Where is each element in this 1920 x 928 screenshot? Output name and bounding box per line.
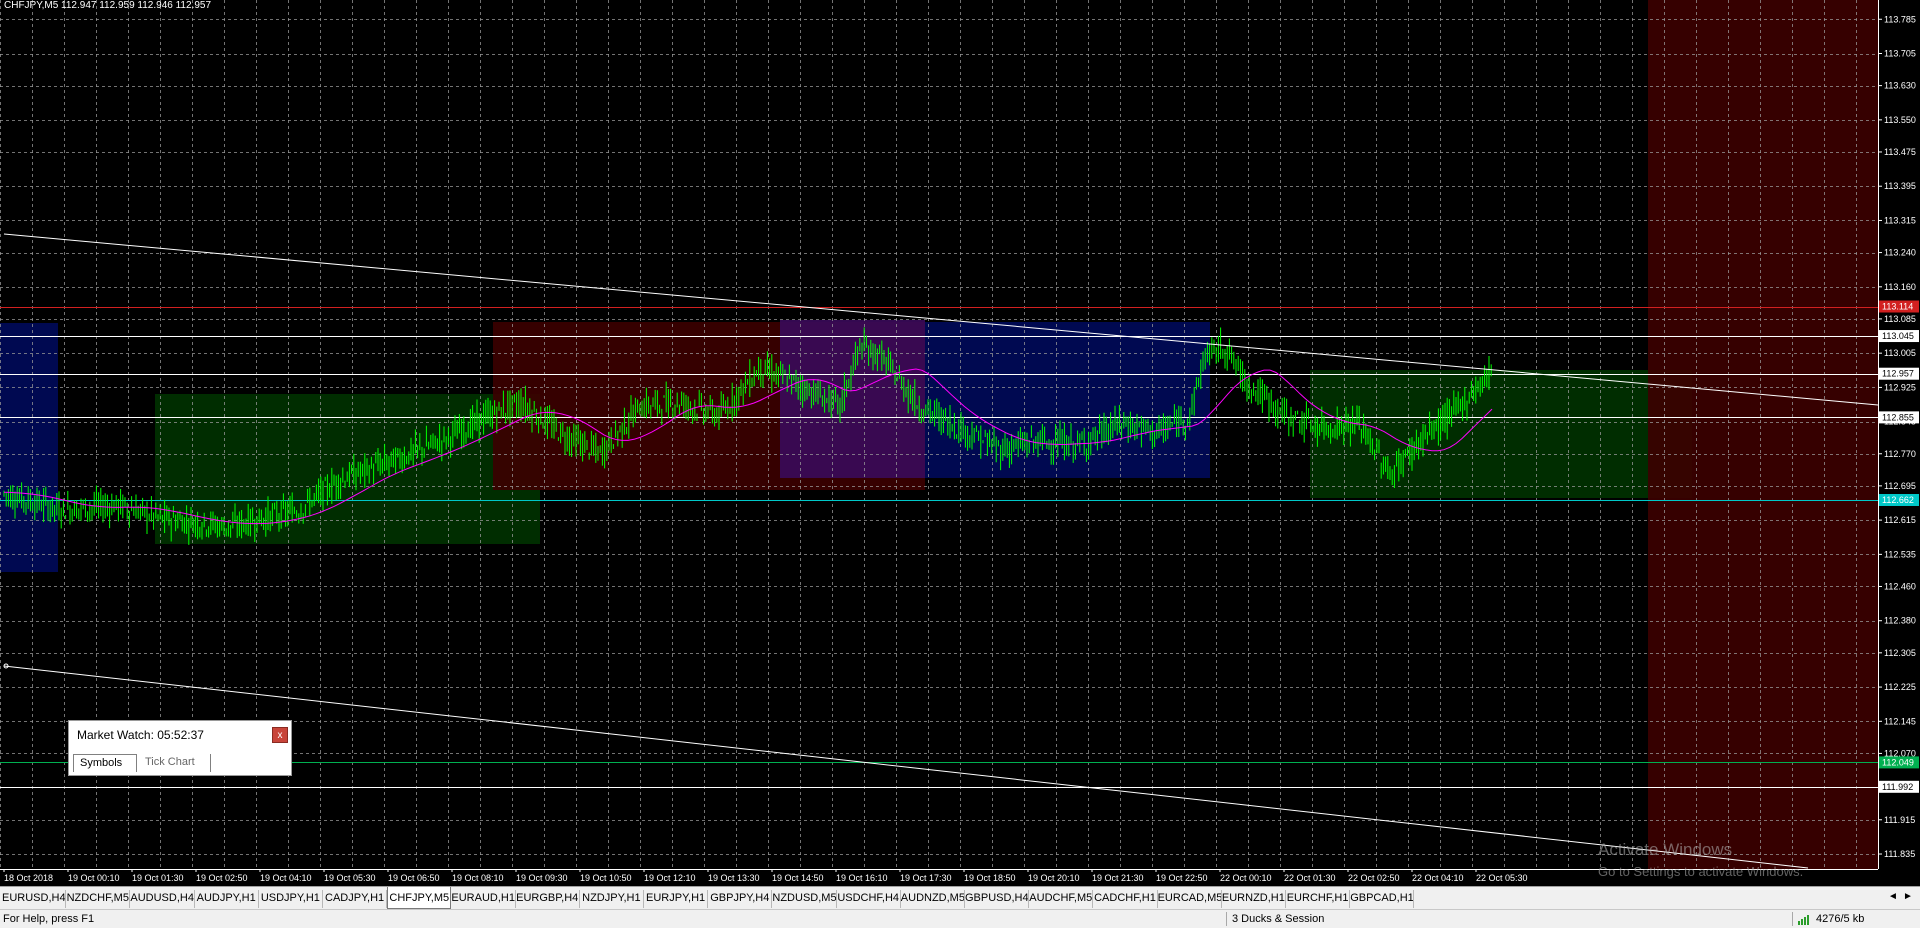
tab-audnzd-m5[interactable]: AUDNZD,M5: [901, 890, 965, 908]
price-tick-label: 112.925: [1884, 382, 1916, 392]
time-tick-label: 19 Oct 17:30: [900, 873, 952, 883]
session-box: [1310, 370, 1692, 498]
connection-bars-icon: [1798, 915, 1812, 925]
time-tick-label: 22 Oct 05:30: [1476, 873, 1528, 883]
tab-eurcad-m5[interactable]: EURCAD,M5: [1158, 890, 1222, 908]
tab-eurjpy-h1[interactable]: EURJPY,H1: [644, 890, 709, 908]
price-tick-label: 112.305: [1884, 648, 1916, 658]
price-tick-label: 113.550: [1884, 115, 1916, 125]
time-tick-label: 19 Oct 09:30: [516, 873, 568, 883]
time-tick-label: 19 Oct 13:30: [708, 873, 760, 883]
price-tick-label: 113.475: [1884, 147, 1916, 157]
tab-euraud-h1[interactable]: EURAUD,H1: [451, 890, 516, 908]
price-tick-label: 113.705: [1884, 49, 1916, 59]
price-level-label: 112.855: [1882, 412, 1914, 422]
symbol-info: CHFJPY,M5 112.947 112.959 112.946 112.95…: [4, 0, 212, 11]
time-tick-label: 19 Oct 20:10: [1028, 873, 1080, 883]
market-watch-title: Market Watch: 05:52:37: [77, 728, 204, 742]
time-tick-label: 19 Oct 18:50: [964, 873, 1016, 883]
time-tick-label: 19 Oct 12:10: [644, 873, 696, 883]
status-bar: For Help, press F1 3 Ducks & Session 427…: [0, 909, 1920, 928]
price-tick-label: 112.535: [1884, 549, 1916, 559]
tab-usdjpy-h1[interactable]: USDJPY,H1: [259, 890, 323, 908]
tab-eurgbp-h4[interactable]: EURGBP,H4: [516, 890, 580, 908]
tab-cadchf-h1[interactable]: CADCHF,H1: [1093, 890, 1158, 908]
session-box: [1648, 0, 1878, 869]
tab-scroll-left-icon[interactable]: ◄: [1888, 891, 1898, 902]
price-level-label: 111.992: [1882, 782, 1913, 792]
tab-gbpjpy-h4[interactable]: GBPJPY,H4: [708, 890, 773, 908]
chart-area[interactable]: 113.785 113.705 113.630 113.550 113.475 113.3…: [0, 0, 1920, 886]
tab-cadjpy-h1[interactable]: CADJPY,H1: [323, 890, 388, 908]
tab-audjpy-h1[interactable]: AUDJPY,H1: [195, 890, 259, 908]
status-divider: [1792, 912, 1793, 926]
tab-nzdjpy-h1[interactable]: NZDJPY,H1: [580, 890, 644, 908]
close-icon[interactable]: x: [272, 727, 288, 743]
activate-windows-title: Activate Windows: [1598, 840, 1733, 859]
time-tick-label: 22 Oct 04:10: [1412, 873, 1464, 883]
tab-nzdchf-m5[interactable]: NZDCHF,M5: [66, 890, 131, 908]
price-level-label: 113.045: [1882, 331, 1914, 341]
tab-chfjpy-m5[interactable]: CHFJPY,M5: [387, 887, 452, 909]
price-level-label: 112.957: [1882, 369, 1914, 379]
price-tick-label: 113.085: [1884, 314, 1916, 324]
price-tick-label: 113.160: [1884, 282, 1916, 292]
tab-eurchf-h1[interactable]: EURCHF,H1: [1286, 890, 1351, 908]
time-tick-label: 19 Oct 10:50: [580, 873, 632, 883]
price-tick-label: 113.005: [1884, 348, 1916, 358]
session-box: [0, 323, 58, 572]
price-tick-label: 112.145: [1884, 716, 1916, 726]
price-tick-label: 111.835: [1884, 849, 1915, 859]
time-tick-label: 19 Oct 01:30: [132, 873, 184, 883]
status-divider: [1226, 912, 1227, 926]
tab-audusd-h4[interactable]: AUDUSD,H4: [130, 890, 195, 908]
time-tick-label: 19 Oct 04:10: [260, 873, 312, 883]
time-tick-label: 22 Oct 02:50: [1348, 873, 1400, 883]
tab-gbpusd-h4[interactable]: GBPUSD,H4: [965, 890, 1030, 908]
price-tick-label: 113.240: [1884, 248, 1916, 258]
market-watch-window[interactable]: Market Watch: 05:52:37 x Symbols Tick Ch…: [68, 720, 292, 776]
price-level-label: 112.049: [1882, 757, 1914, 767]
tab-scroll-right-icon[interactable]: ►: [1903, 891, 1913, 902]
time-tick-label: 19 Oct 21:30: [1092, 873, 1144, 883]
time-tick-label: 19 Oct 14:50: [772, 873, 824, 883]
price-tick-label: 111.915: [1884, 815, 1915, 825]
tab-gbpcad-h1[interactable]: GBPCAD,H1: [1350, 890, 1415, 908]
tab-nzdusd-m5[interactable]: NZDUSD,M5: [772, 890, 837, 908]
price-tick-label: 112.770: [1884, 449, 1916, 459]
price-tick-label: 113.395: [1884, 181, 1916, 191]
status-help: For Help, press F1: [3, 913, 95, 925]
time-tick-label: 19 Oct 16:10: [836, 873, 888, 883]
price-tick-label: 112.380: [1884, 616, 1916, 626]
tab-eurusd-h4[interactable]: EURUSD,H4: [2, 890, 67, 908]
activate-windows-subtitle: Go to Settings to activate Windows.: [1598, 864, 1804, 879]
price-tick-label: 113.785: [1884, 14, 1916, 24]
tab-tick-chart[interactable]: Tick Chart: [139, 754, 211, 772]
tab-usdchf-h4[interactable]: USDCHF,H4: [837, 890, 901, 908]
time-tick-label: 19 Oct 08:10: [452, 873, 504, 883]
price-level-label: 113.114: [1882, 302, 1913, 312]
tab-audchf-m5[interactable]: AUDCHF,M5: [1029, 890, 1094, 908]
time-tick-label: 19 Oct 06:50: [388, 873, 440, 883]
time-tick-label: 18 Oct 2018: [4, 873, 53, 883]
chart-tab-bar: EURUSD,H4 NZDCHF,M5 AUDUSD,H4 AUDJPY,H1 USDJ…: [0, 886, 1920, 909]
price-tick-label: 112.225: [1884, 682, 1916, 692]
time-tick-label: 19 Oct 22:50: [1156, 873, 1208, 883]
tab-eurnzd-h1[interactable]: EURNZD,H1: [1222, 890, 1286, 908]
price-level-label: 112.662: [1882, 495, 1914, 505]
tab-symbols[interactable]: Symbols: [73, 754, 137, 772]
price-tick-label: 112.460: [1884, 581, 1916, 591]
time-tick-label: 22 Oct 00:10: [1220, 873, 1272, 883]
status-profile: 3 Ducks & Session: [1232, 913, 1325, 925]
status-traffic: 4276/5 kb: [1816, 913, 1865, 925]
price-tick-label: 112.615: [1884, 515, 1916, 525]
price-tick-label: 113.630: [1884, 81, 1916, 91]
time-tick-label: 22 Oct 01:30: [1284, 873, 1336, 883]
time-tick-label: 19 Oct 05:30: [324, 873, 376, 883]
time-tick-label: 19 Oct 02:50: [196, 873, 248, 883]
time-tick-label: 19 Oct 00:10: [68, 873, 120, 883]
price-tick-label: 112.695: [1884, 481, 1916, 491]
price-tick-label: 113.315: [1884, 215, 1916, 225]
